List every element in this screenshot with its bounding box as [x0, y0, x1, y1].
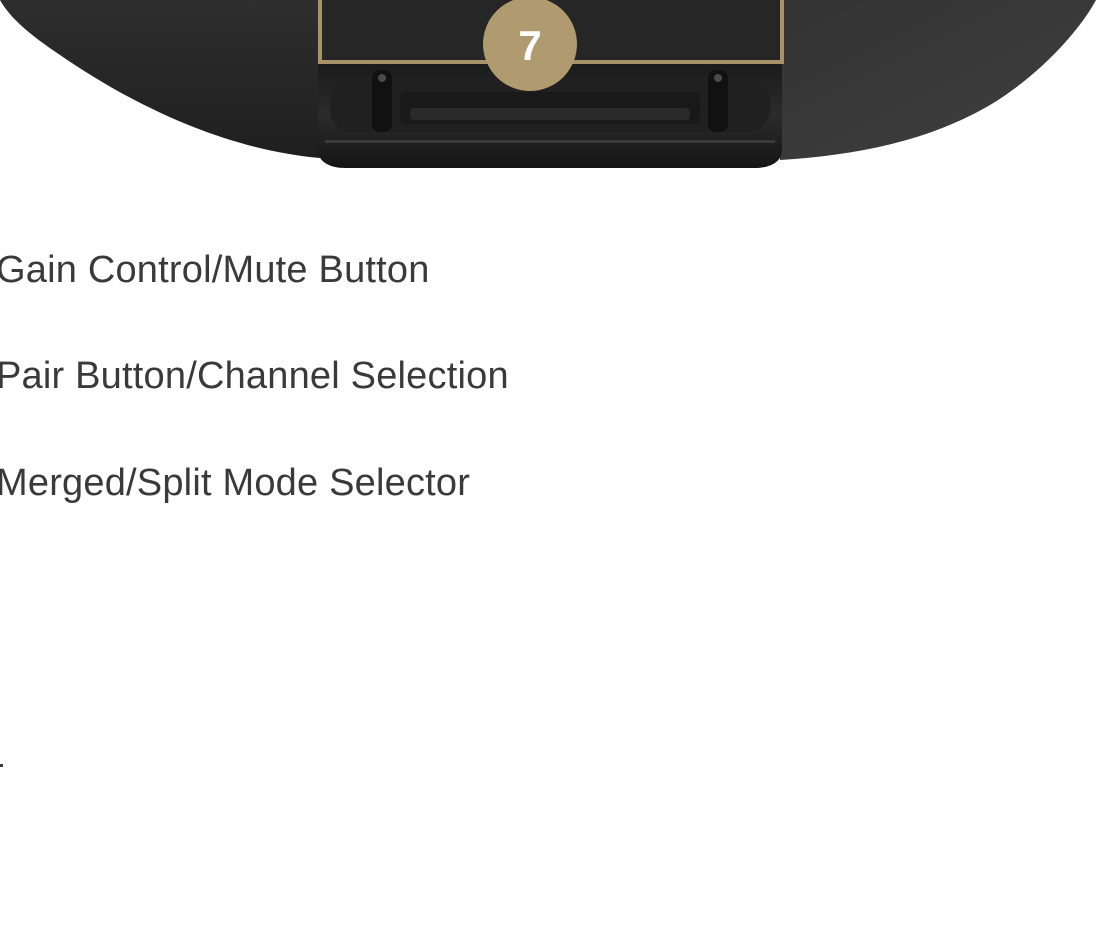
feature-list: Gain Control/Mute Button Pair Button/Cha… — [0, 0, 1096, 946]
feature-gain-control: Gain Control/Mute Button — [0, 249, 430, 291]
feature-pair-button: Pair Button/Channel Selection — [0, 355, 509, 397]
feature-mode-selector: Merged/Split Mode Selector — [0, 462, 471, 504]
divider-mark — [0, 764, 3, 767]
